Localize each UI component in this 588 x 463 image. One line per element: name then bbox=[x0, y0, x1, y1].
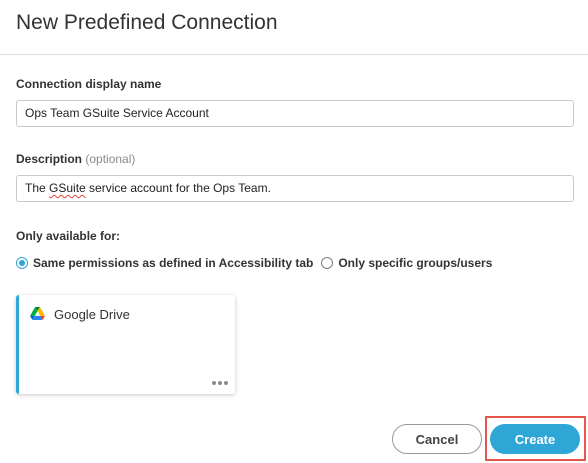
radio-button-same-permissions[interactable] bbox=[16, 257, 28, 269]
create-button[interactable]: Create bbox=[490, 424, 580, 454]
cancel-button[interactable]: Cancel bbox=[392, 424, 482, 454]
connection-card[interactable]: Google Drive bbox=[16, 295, 235, 394]
display-name-field[interactable]: Ops Team GSuite Service Account bbox=[16, 100, 574, 127]
radio-option-same-permissions[interactable]: Same permissions as defined in Accessibi… bbox=[16, 256, 313, 270]
dialog-title: New Predefined Connection bbox=[16, 11, 278, 34]
optional-note: (optional) bbox=[85, 152, 136, 166]
description-value-prefix: The bbox=[25, 181, 50, 195]
description-label-text: Description bbox=[16, 152, 83, 166]
google-drive-icon bbox=[30, 307, 45, 320]
radio-label-same-permissions: Same permissions as defined in Accessibi… bbox=[33, 256, 314, 270]
availability-label: Only available for: bbox=[16, 229, 121, 243]
display-name-label: Connection display name bbox=[16, 77, 162, 91]
card-accent-bar bbox=[16, 295, 19, 394]
description-field[interactable]: The GSuite service account for the Ops T… bbox=[16, 175, 574, 202]
radio-option-specific-groups[interactable]: Only specific groups/users bbox=[321, 256, 492, 270]
description-value-suffix: service account for the Ops Team. bbox=[85, 181, 271, 195]
radio-button-specific-groups[interactable] bbox=[321, 257, 334, 269]
dialog-header: New Predefined Connection bbox=[0, 0, 588, 55]
card-title: Google Drive bbox=[54, 307, 130, 322]
radio-label-specific-groups: Only specific groups/users bbox=[338, 256, 493, 270]
availability-radio-group: Same permissions as defined in Accessibi… bbox=[16, 255, 492, 271]
description-label: Description (optional) bbox=[16, 152, 135, 166]
description-value-misspelled: GSuite bbox=[49, 181, 86, 195]
display-name-value: Ops Team GSuite Service Account bbox=[25, 106, 209, 120]
more-options-icon[interactable] bbox=[212, 381, 228, 385]
